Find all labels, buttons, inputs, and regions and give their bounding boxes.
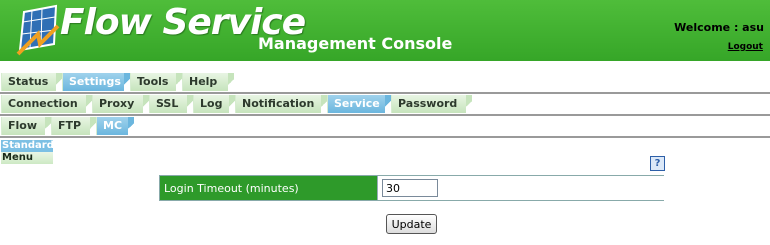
primary-tab-bar: Status Settings Tools Help: [0, 73, 770, 94]
tab-log[interactable]: Log: [193, 95, 235, 113]
tab-settings[interactable]: Settings: [62, 73, 130, 91]
settings-form: Login Timeout (minutes): [159, 175, 664, 201]
tab-ssl[interactable]: SSL: [149, 95, 193, 113]
login-timeout-input[interactable]: [382, 179, 438, 197]
tab-help[interactable]: Help: [182, 73, 234, 91]
tab-service[interactable]: Service: [327, 95, 391, 113]
tab-notification[interactable]: Notification: [235, 95, 327, 113]
form-value-cell: [377, 176, 664, 200]
tab-password[interactable]: Password: [391, 95, 472, 113]
tab-status[interactable]: Status: [1, 73, 62, 91]
brand-subtitle: Management Console: [258, 34, 453, 53]
secondary-tab-bar: Connection Proxy SSL Log Notification Se…: [0, 95, 770, 116]
update-button[interactable]: Update: [386, 214, 437, 234]
tab-tools[interactable]: Tools: [130, 73, 182, 91]
logout-link[interactable]: Logout: [728, 42, 763, 52]
login-timeout-label: Login Timeout (minutes): [164, 182, 299, 195]
form-label-cell: Login Timeout (minutes): [160, 176, 377, 200]
logo-icon: [16, 4, 60, 56]
tab-ftp[interactable]: FTP: [51, 117, 96, 135]
tab-proxy[interactable]: Proxy: [92, 95, 149, 113]
tab-flow[interactable]: Flow: [1, 117, 51, 135]
side-menu: Standard Menu: [1, 140, 54, 164]
side-menu-item-standard[interactable]: Standard: [1, 140, 54, 152]
tab-connection[interactable]: Connection: [1, 95, 92, 113]
side-menu-item-menu[interactable]: Menu: [1, 152, 53, 164]
help-icon[interactable]: ?: [650, 156, 665, 171]
welcome-text: Welcome : asu: [674, 21, 764, 34]
tertiary-tab-bar: Flow FTP MC: [0, 117, 770, 138]
app-header: Flow Service Management Console Welcome …: [0, 0, 770, 61]
tab-mc[interactable]: MC: [96, 117, 134, 135]
